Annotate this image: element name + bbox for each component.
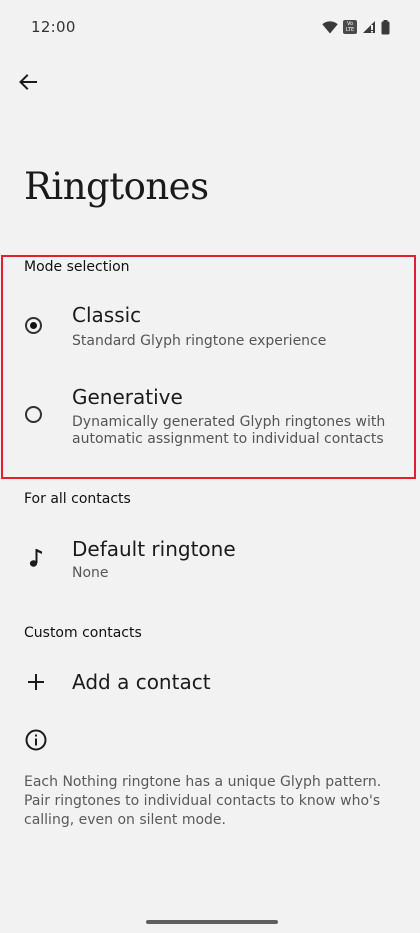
status-bar: 12:00 Vo LTE bbox=[0, 0, 420, 54]
option-title-generative: Generative bbox=[72, 385, 183, 409]
music-note-icon bbox=[24, 546, 48, 570]
all-contacts-header: For all contacts bbox=[24, 491, 131, 507]
volte-bottom-label: LTE bbox=[345, 27, 355, 33]
radio-button-classic[interactable] bbox=[25, 317, 42, 334]
page-title: Ringtones bbox=[24, 165, 209, 208]
add-contact-row[interactable]: Add a contact bbox=[0, 660, 420, 704]
gesture-navigation-bar[interactable] bbox=[146, 920, 278, 924]
status-time: 12:00 bbox=[31, 18, 76, 36]
default-ringtone-title: Default ringtone bbox=[72, 537, 236, 561]
option-subtitle-classic: Standard Glyph ringtone experience bbox=[72, 333, 327, 349]
info-icon bbox=[25, 729, 47, 751]
radio-option-generative[interactable]: Generative Dynamically generated Glyph r… bbox=[0, 376, 420, 458]
info-text: Each Nothing ringtone has a unique Glyph… bbox=[24, 774, 382, 828]
option-title-classic: Classic bbox=[72, 303, 142, 327]
status-icons: Vo LTE bbox=[322, 17, 390, 37]
wifi-icon bbox=[322, 20, 338, 33]
default-ringtone-value: None bbox=[72, 565, 109, 581]
custom-contacts-header: Custom contacts bbox=[24, 625, 142, 641]
plus-icon bbox=[24, 670, 48, 694]
battery-icon bbox=[381, 19, 390, 34]
default-ringtone-row[interactable]: Default ringtone None bbox=[0, 527, 420, 591]
volte-icon: Vo LTE bbox=[343, 20, 357, 34]
radio-button-generative[interactable] bbox=[25, 406, 42, 423]
mode-selection-header: Mode selection bbox=[24, 259, 130, 275]
back-button[interactable] bbox=[12, 62, 44, 102]
cellular-signal-icon bbox=[363, 21, 375, 33]
radio-option-classic[interactable]: Classic Standard Glyph ringtone experien… bbox=[0, 295, 420, 365]
option-subtitle-generative: Dynamically generated Glyph ringtones wi… bbox=[72, 414, 386, 447]
arrow-back-icon bbox=[19, 74, 37, 90]
add-contact-label: Add a contact bbox=[72, 670, 211, 694]
